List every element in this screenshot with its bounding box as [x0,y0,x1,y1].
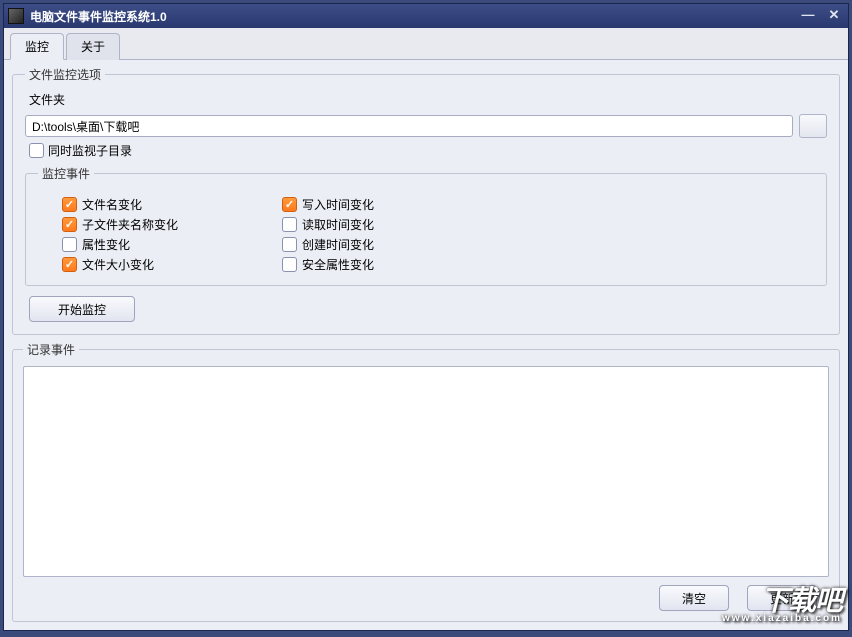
read-time-label: 读取时间变化 [302,216,374,233]
tab-bar: 监控 关于 [4,28,848,60]
monitor-options-group: 文件监控选项 文件夹 同时监视子目录 监控事件 文件名变化 [12,66,840,335]
log-events-group: 记录事件 清空 更新 [12,341,840,622]
tab-content: 文件监控选项 文件夹 同时监视子目录 监控事件 文件名变化 [4,60,848,630]
close-button[interactable]: ✕ [824,8,844,24]
security-attr-label: 安全属性变化 [302,256,374,273]
clear-button[interactable]: 清空 [659,585,729,611]
filename-change-label: 文件名变化 [82,196,142,213]
browse-button[interactable] [799,114,827,138]
filename-change-checkbox[interactable] [62,197,77,212]
create-time-checkbox[interactable] [282,237,297,252]
watch-subdirs-label: 同时监视子目录 [48,142,132,159]
window-title: 电脑文件事件监控系统1.0 [30,8,798,25]
watch-subdirs-checkbox[interactable] [29,143,44,158]
events-legend: 监控事件 [38,165,94,182]
app-window: 电脑文件事件监控系统1.0 — ✕ 监控 关于 文件监控选项 文件夹 同时监视子… [3,3,849,631]
app-icon [8,8,24,24]
subfolder-name-label: 子文件夹名称变化 [82,216,178,233]
tab-about[interactable]: 关于 [66,33,120,60]
attr-change-label: 属性变化 [82,236,130,253]
log-textarea[interactable] [23,366,829,577]
attr-change-checkbox[interactable] [62,237,77,252]
minimize-button[interactable]: — [798,8,818,24]
read-time-checkbox[interactable] [282,217,297,232]
titlebar: 电脑文件事件监控系统1.0 — ✕ [4,4,848,28]
write-time-label: 写入时间变化 [302,196,374,213]
folder-input[interactable] [25,115,793,137]
security-attr-checkbox[interactable] [282,257,297,272]
create-time-label: 创建时间变化 [302,236,374,253]
tab-monitor[interactable]: 监控 [10,33,64,60]
size-change-checkbox[interactable] [62,257,77,272]
options-legend: 文件监控选项 [25,66,105,83]
folder-label: 文件夹 [29,91,827,108]
subfolder-name-checkbox[interactable] [62,217,77,232]
refresh-button[interactable]: 更新 [747,585,817,611]
monitor-events-group: 监控事件 文件名变化 写入时间变化 子文件夹名称变化 [25,165,827,286]
log-legend: 记录事件 [23,341,79,358]
start-monitor-button[interactable]: 开始监控 [29,296,135,322]
write-time-checkbox[interactable] [282,197,297,212]
size-change-label: 文件大小变化 [82,256,154,273]
